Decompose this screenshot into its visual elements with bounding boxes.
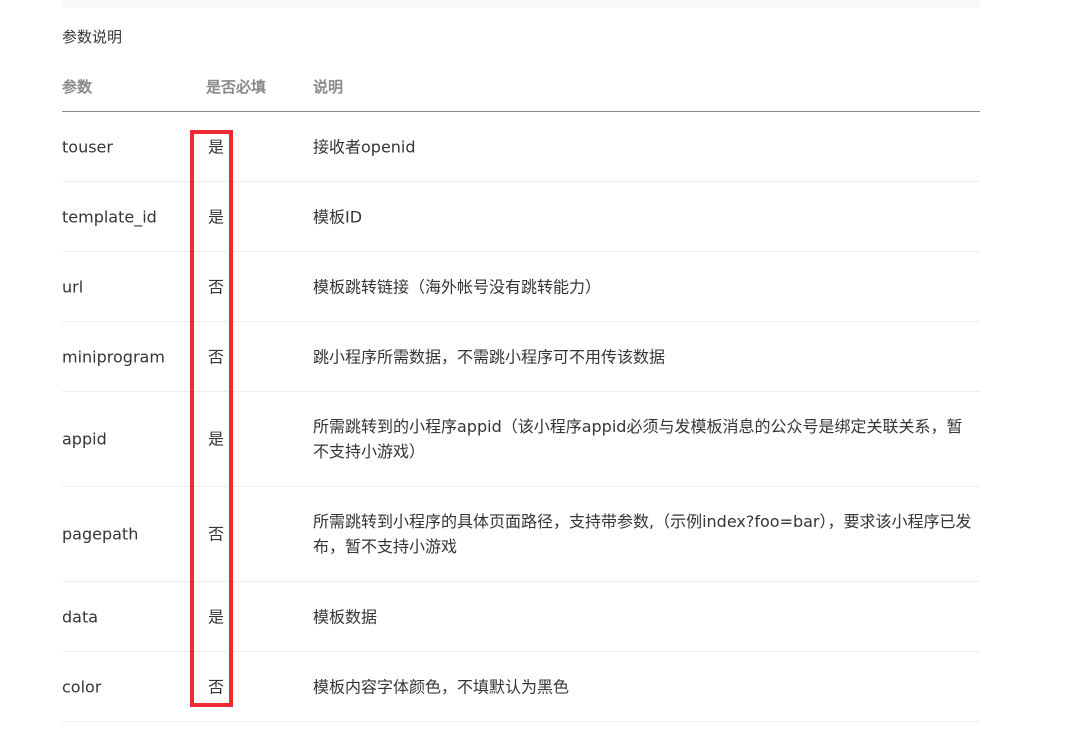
- header-param: 参数: [62, 78, 93, 96]
- table-row-template-id: template_id 是 模板ID: [62, 182, 980, 252]
- param-description: 模板内容字体颜色，不填默认为黑色: [313, 677, 570, 696]
- table-header-row: 参数 是否必填 说明: [62, 64, 980, 112]
- table-row-miniprogram: miniprogram 否 跳小程序所需数据，不需跳小程序可不用传该数据: [62, 322, 980, 392]
- table-row-appid: appid 是 所需跳转到的小程序appid（该小程序appid必须与发模板消息…: [62, 392, 980, 487]
- header-required: 是否必填: [206, 78, 267, 96]
- param-description: 跳小程序所需数据，不需跳小程序可不用传该数据: [313, 347, 666, 366]
- param-name: touser: [62, 137, 113, 156]
- param-name: appid: [62, 429, 107, 449]
- required-value: 否: [207, 277, 224, 296]
- required-value: 是: [207, 429, 224, 449]
- section-title: 参数说明: [62, 28, 123, 46]
- required-value: 是: [207, 137, 224, 156]
- table-row-color: color 否 模板内容字体颜色，不填默认为黑色: [62, 652, 980, 722]
- header-description: 说明: [313, 78, 344, 96]
- param-description: 接收者openid: [313, 137, 416, 156]
- page: 参数说明 参数 是否必填 说明 touser 是 接收者openid templ…: [0, 0, 1090, 750]
- param-name: miniprogram: [62, 347, 165, 366]
- required-value: 否: [207, 524, 224, 544]
- required-value: 否: [207, 347, 224, 366]
- table-row-data: data 是 模板数据: [62, 582, 980, 652]
- required-value: 是: [207, 207, 224, 226]
- code-block-bottom-edge: [62, 0, 980, 8]
- param-name: pagepath: [62, 524, 139, 544]
- param-description: 模板跳转链接（海外帐号没有跳转能力）: [313, 277, 602, 296]
- required-value: 是: [207, 607, 224, 626]
- param-name: template_id: [62, 207, 157, 226]
- param-description: 所需跳转到小程序的具体页面路径，支持带参数,（示例index?foo=bar），…: [313, 512, 972, 556]
- required-value: 否: [207, 677, 224, 696]
- param-name: color: [62, 677, 102, 696]
- param-name: data: [62, 607, 99, 626]
- table-row-touser: touser 是 接收者openid: [62, 112, 980, 182]
- param-name: url: [62, 277, 84, 296]
- table-row-pagepath: pagepath 否 所需跳转到小程序的具体页面路径，支持带参数,（示例inde…: [62, 487, 980, 582]
- table-row-url: url 否 模板跳转链接（海外帐号没有跳转能力）: [62, 252, 980, 322]
- param-description: 所需跳转到的小程序appid（该小程序appid必须与发模板消息的公众号是绑定关…: [313, 417, 963, 461]
- param-description: 模板数据: [313, 607, 378, 626]
- params-table: 参数 是否必填 说明 touser 是 接收者openid template_i…: [62, 64, 980, 722]
- param-description: 模板ID: [313, 207, 363, 226]
